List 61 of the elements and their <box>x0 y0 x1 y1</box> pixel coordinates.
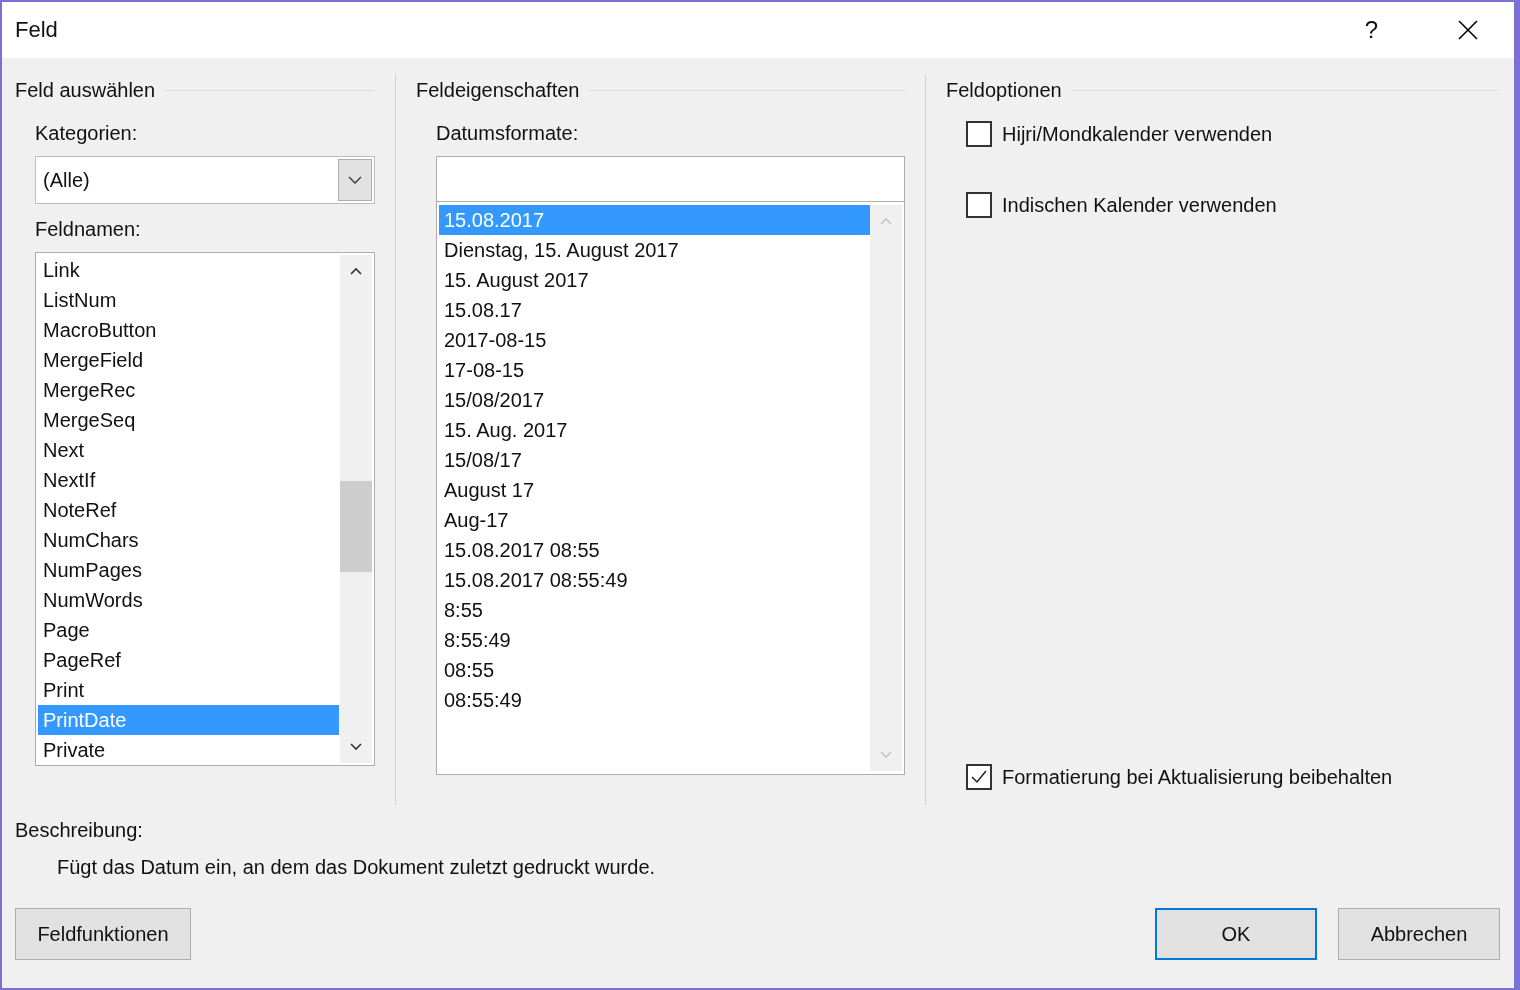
checkbox[interactable] <box>966 764 992 790</box>
list-item[interactable]: Aug-17 <box>439 505 870 535</box>
checkbox-label[interactable]: Indischen Kalender verwenden <box>1002 193 1277 217</box>
list-item[interactable]: NumPages <box>38 555 339 585</box>
list-item[interactable]: 17-08-15 <box>439 355 870 385</box>
chevron-down-icon <box>348 176 362 184</box>
list-item[interactable]: Print <box>38 675 339 705</box>
list-item[interactable]: 15/08/2017 <box>439 385 870 415</box>
list-item[interactable]: Dienstag, 15. August 2017 <box>439 235 870 265</box>
scrollbar-thumb[interactable] <box>340 481 372 572</box>
window-title: Feld <box>15 17 59 43</box>
list-item[interactable]: Private <box>38 735 339 765</box>
checkbox[interactable] <box>966 192 992 218</box>
list-item[interactable]: 8:55 <box>439 595 870 625</box>
list-item[interactable]: 15.08.2017 08:55 <box>439 535 870 565</box>
description-label: Beschreibung: <box>15 819 144 843</box>
list-item[interactable]: NoteRef <box>38 495 339 525</box>
list-item[interactable]: PageRef <box>38 645 339 675</box>
field-label: Feldnamen: <box>35 218 142 242</box>
checkbox-label[interactable]: Formatierung bei Aktualisierung beibehalten <box>1002 765 1393 789</box>
scroll-down-icon <box>880 751 892 759</box>
scrollbar[interactable] <box>340 255 372 763</box>
field-label: Datumsformate: <box>436 122 580 146</box>
cancel-button[interactable]: Abbrechen <box>1338 908 1500 960</box>
list-item[interactable]: 15. August 2017 <box>439 265 870 295</box>
ok-button[interactable]: OK <box>1155 908 1317 960</box>
list-item[interactable]: MergeRec <box>38 375 339 405</box>
list-item[interactable]: MacroButton <box>38 315 339 345</box>
scroll-down-icon[interactable] <box>350 743 362 751</box>
list-item[interactable]: 2017-08-15 <box>439 325 870 355</box>
list-item[interactable]: ListNum <box>38 285 339 315</box>
list-item[interactable]: Next <box>38 435 339 465</box>
list-item[interactable]: 15/08/17 <box>439 445 870 475</box>
list-item[interactable]: 8:55:49 <box>439 625 870 655</box>
list-item[interactable]: 15.08.17 <box>439 295 870 325</box>
list-item[interactable]: 15.08.2017 08:55:49 <box>439 565 870 595</box>
field-codes-button[interactable]: Feldfunktionen <box>15 908 191 960</box>
close-icon[interactable] <box>1458 20 1478 40</box>
list-item[interactable]: 15. Aug. 2017 <box>439 415 870 445</box>
section-heading: Feld auswählen <box>15 78 156 102</box>
list-item[interactable]: MergeSeq <box>38 405 339 435</box>
category-dropdown[interactable]: (Alle) <box>35 156 375 204</box>
list-item[interactable]: August 17 <box>439 475 870 505</box>
description-text: Fügt das Datum ein, an dem das Dokument zuletzt gedruckt wurde. <box>57 856 657 880</box>
list-item[interactable]: 08:55:49 <box>439 685 870 715</box>
section-heading: Feldeigenschaften <box>416 78 580 102</box>
list-item[interactable]: MergeField <box>38 345 339 375</box>
checkbox[interactable] <box>966 121 992 147</box>
list-item[interactable]: NextIf <box>38 465 339 495</box>
date-format-input[interactable] <box>436 156 905 201</box>
checkbox-label[interactable]: Hijri/Mondkalender verwenden <box>1002 122 1273 146</box>
list-item[interactable]: Page <box>38 615 339 645</box>
list-item[interactable]: NumWords <box>38 585 339 615</box>
help-button[interactable]: ? <box>1364 16 1378 44</box>
scroll-up-icon <box>880 217 892 225</box>
list-item[interactable]: 08:55 <box>439 655 870 685</box>
list-item[interactable]: NumChars <box>38 525 339 555</box>
section-heading: Feldoptionen <box>946 78 1062 102</box>
list-item[interactable]: Link <box>38 255 339 285</box>
scroll-up-icon[interactable] <box>350 267 362 275</box>
field-label: Kategorien: <box>35 122 139 146</box>
